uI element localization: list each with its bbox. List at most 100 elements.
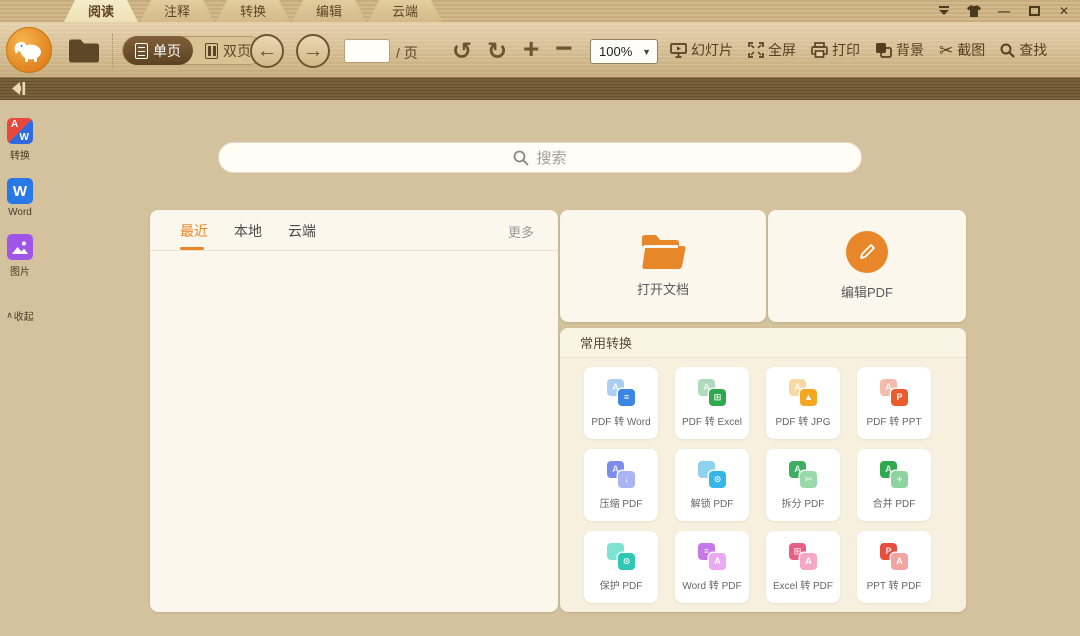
unlock-pdf-icon: ⊙ <box>698 461 726 488</box>
tile-label: 保护 PDF <box>600 577 643 592</box>
tab-convert[interactable]: 转换 <box>216 0 290 22</box>
doc-front-icon: P <box>891 389 908 406</box>
main-toolbar: 单页 双页 ← → / 页 ↻ ↻ + − 100% ▼ <box>0 22 1080 78</box>
slideshow-icon <box>670 42 687 58</box>
doc-front-icon: + <box>891 471 908 488</box>
rail-collapse-label: 收起 <box>14 308 34 323</box>
single-page-button[interactable]: 单页 <box>123 36 193 65</box>
previous-page-button[interactable]: ← <box>250 34 284 68</box>
tab-edit[interactable]: 编辑 <box>292 0 366 22</box>
excel-to-pdf-icon: ⊞ A <box>789 543 817 570</box>
tile-label: 合并 PDF <box>873 495 916 510</box>
tab-cloud[interactable]: 云端 <box>368 0 442 22</box>
tile-unlock-pdf[interactable]: ⊙ 解锁 PDF <box>675 449 749 521</box>
rail-collapse-button[interactable]: ∧ 收起 <box>6 308 34 323</box>
tile-word-to-pdf[interactable]: ≡ A Word 转 PDF <box>675 531 749 603</box>
tile-label: PDF 转 PPT <box>866 413 921 428</box>
page-view-switch: 单页 双页 <box>122 36 264 65</box>
arrow-left-bar-icon <box>10 81 28 96</box>
screenshot-button[interactable]: ✂ 截图 <box>939 40 985 60</box>
edit-pdf-card[interactable]: 编辑PDF <box>768 210 966 322</box>
tile-pdf-to-excel[interactable]: A ⊞ PDF 转 Excel <box>675 367 749 439</box>
tab-annotate[interactable]: 注释 <box>140 0 214 22</box>
tile-pdf-to-ppt[interactable]: A P PDF 转 PPT <box>857 367 931 439</box>
collapse-sidebar-button[interactable] <box>10 81 28 101</box>
tile-label: 压缩 PDF <box>600 495 643 510</box>
elephant-icon <box>12 35 46 65</box>
ppt-to-pdf-icon: P A <box>880 543 908 570</box>
double-page-label: 双页 <box>223 41 251 61</box>
next-page-button[interactable]: → <box>296 34 330 68</box>
minimize-button[interactable]: — <box>994 2 1014 20</box>
conversions-panel: 常用转换 A ≡ PDF 转 Word A ⊞ PDF 转 Excel A <box>560 328 966 612</box>
toolbar-divider <box>112 34 113 68</box>
rail-item-convert[interactable]: AW 转换 <box>7 118 33 162</box>
doc-front-icon: A <box>709 553 726 570</box>
tile-label: PDF 转 JPG <box>775 413 830 428</box>
app-logo[interactable] <box>6 27 52 73</box>
doc-front-icon: ✂ <box>800 471 817 488</box>
skin-theme-icon[interactable] <box>964 2 984 20</box>
background-button[interactable]: 背景 <box>875 40 924 60</box>
zoom-level-value: 100% <box>591 44 642 59</box>
doc-front-icon: ⊞ <box>709 389 726 406</box>
doc-front-icon: ≡ <box>618 389 635 406</box>
files-panel-tabs: 最近 本地 云端 更多 <box>150 210 558 251</box>
undo-icon[interactable]: ↻ <box>452 37 472 66</box>
compress-pdf-icon: A ↓ <box>607 461 635 488</box>
rail-item-word[interactable]: W Word <box>7 178 33 218</box>
secondary-bar <box>0 78 1080 100</box>
slideshow-button[interactable]: 幻灯片 <box>670 40 733 60</box>
zoom-out-button[interactable]: − <box>555 32 573 66</box>
redo-icon[interactable]: ↻ <box>487 37 507 66</box>
files-more-link[interactable]: 更多 <box>508 222 534 250</box>
fullscreen-button[interactable]: 全屏 <box>748 40 796 60</box>
tile-compress-pdf[interactable]: A ↓ 压缩 PDF <box>584 449 658 521</box>
tile-pdf-to-jpg[interactable]: A ▲ PDF 转 JPG <box>766 367 840 439</box>
tile-split-pdf[interactable]: A ✂ 拆分 PDF <box>766 449 840 521</box>
page-suffix-label: / 页 <box>396 43 418 63</box>
fullscreen-icon <box>748 42 764 58</box>
open-document-card[interactable]: 打开文档 <box>560 210 766 322</box>
pdf-to-ppt-icon: A P <box>880 379 908 406</box>
scissors-icon: ✂ <box>939 42 953 59</box>
open-file-button[interactable] <box>66 35 102 67</box>
search-placeholder: 搜索 <box>536 147 566 168</box>
split-pdf-icon: A ✂ <box>789 461 817 488</box>
tile-protect-pdf[interactable]: ⊙ 保护 PDF <box>584 531 658 603</box>
tile-label: Excel 转 PDF <box>773 577 833 592</box>
find-label: 查找 <box>1019 40 1047 60</box>
tile-ppt-to-pdf[interactable]: P A PPT 转 PDF <box>857 531 931 603</box>
files-panel: 最近 本地 云端 更多 <box>150 210 558 612</box>
files-tab-local[interactable]: 本地 <box>234 221 262 250</box>
zoom-level-select[interactable]: 100% ▼ <box>590 39 658 64</box>
rail-label: 图片 <box>10 263 30 278</box>
collapse-ribbon-icon[interactable] <box>934 2 954 20</box>
slideshow-label: 幻灯片 <box>691 40 733 60</box>
zoom-in-button[interactable]: + <box>523 33 539 65</box>
files-tab-recent[interactable]: 最近 <box>180 221 208 250</box>
screenshot-label: 截图 <box>957 40 985 60</box>
tile-merge-pdf[interactable]: A + 合并 PDF <box>857 449 931 521</box>
chevron-down-icon: ▼ <box>642 47 657 57</box>
search-bar[interactable]: 搜索 <box>218 142 862 173</box>
tile-label: 解锁 PDF <box>691 495 734 510</box>
tile-excel-to-pdf[interactable]: ⊞ A Excel 转 PDF <box>766 531 840 603</box>
maximize-button[interactable] <box>1024 2 1044 20</box>
background-label: 背景 <box>896 40 924 60</box>
find-button[interactable]: 查找 <box>1000 40 1047 60</box>
edit-pdf-label: 编辑PDF <box>841 282 893 301</box>
page-number-input[interactable] <box>344 39 390 63</box>
ribbon-tabbar: 阅读 注释 转换 编辑 云端 <box>0 0 1080 22</box>
files-tab-cloud[interactable]: 云端 <box>288 221 316 250</box>
tab-read[interactable]: 阅读 <box>64 0 138 22</box>
quick-tools-rail: AW 转换 W Word 图片 ∧ 收起 <box>0 100 40 636</box>
search-icon <box>1000 43 1015 58</box>
close-button[interactable]: ✕ <box>1054 2 1074 20</box>
tile-label: Word 转 PDF <box>682 577 741 592</box>
rail-item-image[interactable]: 图片 <box>7 234 33 278</box>
tile-pdf-to-word[interactable]: A ≡ PDF 转 Word <box>584 367 658 439</box>
print-button[interactable]: 打印 <box>811 40 860 60</box>
word-icon: W <box>7 178 33 204</box>
toolbar-tools: 幻灯片 全屏 打印 <box>670 22 1047 78</box>
